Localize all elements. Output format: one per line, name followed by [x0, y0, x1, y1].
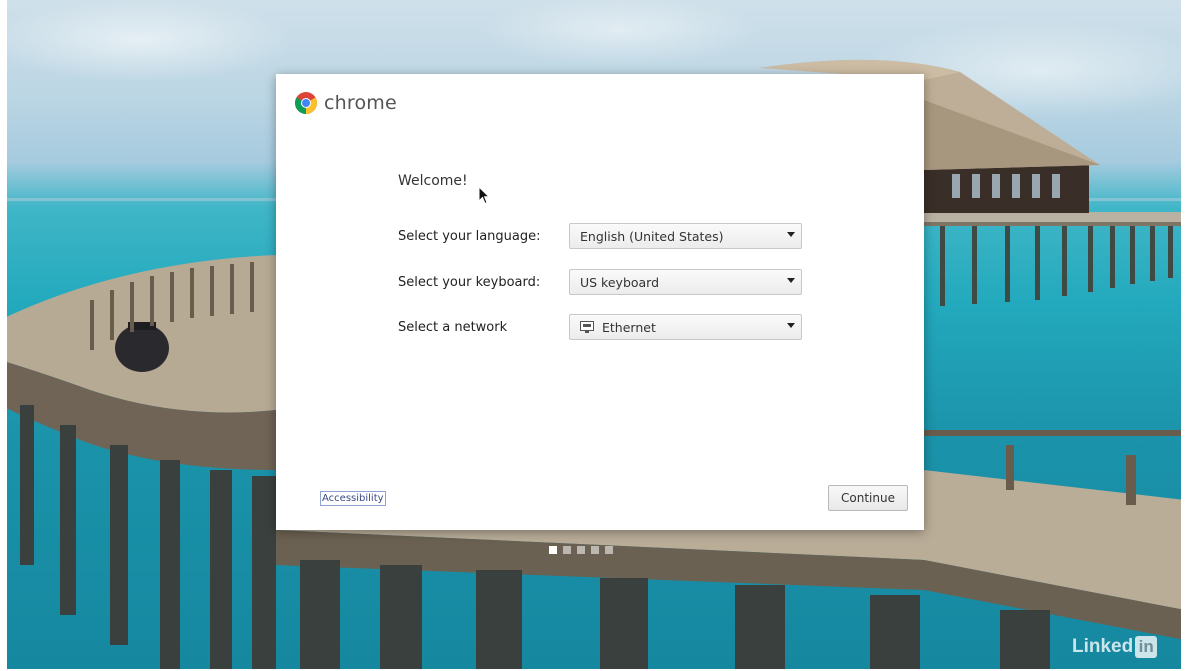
front-pier-left	[0, 255, 276, 671]
distant-pier	[924, 212, 1185, 306]
network-select-value: Ethernet	[602, 319, 656, 335]
step-dot	[591, 546, 599, 554]
desktop-background: chrome Welcome! Select your language: En…	[0, 0, 1185, 671]
watermark-badge: in	[1135, 636, 1158, 658]
linkedin-watermark: Linked in	[1072, 636, 1158, 658]
right-frame-edge	[1181, 0, 1185, 671]
language-label: Select your language:	[398, 229, 541, 244]
continue-button[interactable]: Continue	[828, 485, 908, 511]
mouse-cursor-icon	[478, 186, 490, 205]
language-select-value: English (United States)	[580, 228, 724, 244]
chevron-down-icon	[787, 323, 795, 328]
keyboard-label: Select your keyboard:	[398, 275, 541, 290]
accessibility-link[interactable]: Accessibility	[320, 491, 386, 506]
keyboard-select[interactable]: US keyboard	[569, 269, 802, 295]
step-dot	[577, 546, 585, 554]
step-dot	[563, 546, 571, 554]
step-dot	[549, 546, 557, 554]
network-select[interactable]: Ethernet	[569, 314, 802, 340]
language-select[interactable]: English (United States)	[569, 223, 802, 249]
step-indicator	[549, 546, 613, 554]
chrome-wordmark: chrome	[324, 92, 397, 114]
chevron-down-icon	[787, 232, 795, 237]
ethernet-icon	[580, 321, 594, 333]
welcome-heading: Welcome!	[398, 173, 468, 189]
keyboard-select-value: US keyboard	[580, 274, 660, 290]
left-frame-edge	[0, 0, 7, 671]
network-label: Select a network	[398, 320, 508, 335]
watermark-text: Linked	[1072, 636, 1134, 657]
welcome-dialog: chrome Welcome! Select your language: En…	[276, 74, 924, 530]
chrome-brand: chrome	[294, 91, 397, 115]
chevron-down-icon	[787, 278, 795, 283]
step-dot	[605, 546, 613, 554]
chrome-logo-icon	[295, 92, 317, 114]
